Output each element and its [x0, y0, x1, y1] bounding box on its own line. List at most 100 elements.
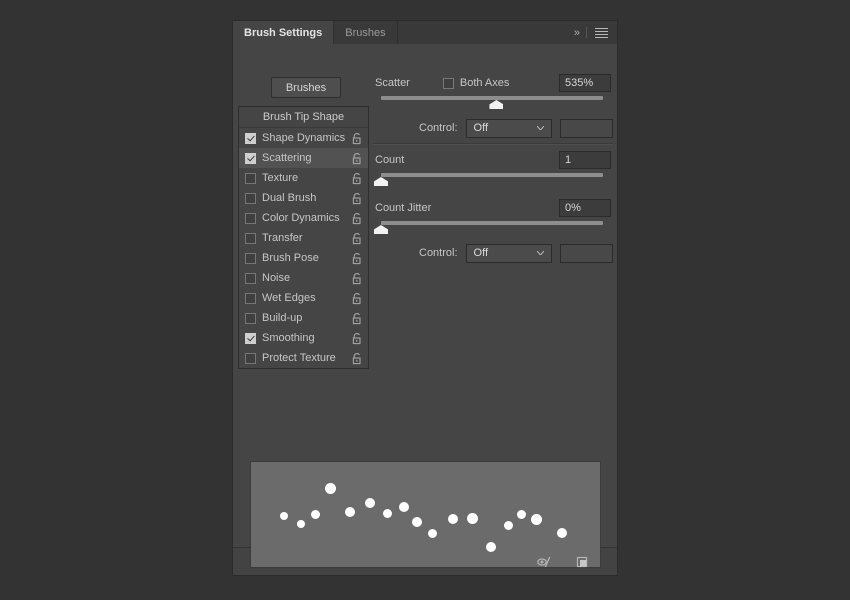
preview-dot: [517, 510, 526, 519]
brush-option-checkbox[interactable]: [245, 173, 256, 184]
scatter-slider[interactable]: [375, 94, 613, 112]
lock-icon[interactable]: [351, 132, 363, 145]
brush-option-list: Brush Tip Shape Shape Dynamics Scattering…: [238, 106, 369, 369]
brush-option-checkbox[interactable]: [245, 313, 256, 324]
brush-option-checkbox[interactable]: [245, 353, 256, 364]
scattering-controls: Scatter Both Axes 535% Control: Off: [375, 72, 613, 264]
scatter-control-row: Control: Off: [375, 117, 613, 139]
brush-option-checkbox[interactable]: [245, 253, 256, 264]
lock-icon[interactable]: [351, 332, 363, 345]
brush-option-row[interactable]: Dual Brush: [239, 188, 368, 208]
create-new-brush-icon[interactable]: [574, 554, 590, 570]
brushes-button-label: Brushes: [286, 82, 326, 94]
brush-option-checkbox[interactable]: [245, 213, 256, 224]
brush-option-checkbox[interactable]: [245, 293, 256, 304]
brush-option-label: Protect Texture: [262, 352, 351, 364]
brush-option-label: Scattering: [262, 152, 351, 164]
count-jitter-control-select[interactable]: Off: [466, 244, 553, 263]
brush-option-label: Transfer: [262, 232, 351, 244]
hamburger-menu-icon[interactable]: [587, 21, 617, 44]
tab-brush-settings[interactable]: Brush Settings: [233, 21, 334, 44]
count-value-input[interactable]: 1: [559, 151, 611, 169]
preview-dot: [504, 521, 513, 530]
brush-option-checkbox[interactable]: [245, 133, 256, 144]
panel-tab-bar: Brush Settings Brushes »: [233, 21, 617, 44]
preview-dot: [399, 502, 409, 512]
section-divider-1: [373, 143, 613, 145]
preview-dot: [467, 513, 478, 524]
brush-tip-shape-header[interactable]: Brush Tip Shape: [239, 107, 368, 128]
overflow-chevrons-label: »: [574, 27, 579, 39]
lock-icon[interactable]: [351, 232, 363, 245]
count-slider-track: [381, 173, 603, 177]
count-jitter-control-label: Control:: [419, 247, 458, 259]
brush-settings-panel: Brush Settings Brushes » Brushes Brush T…: [232, 20, 618, 576]
lock-icon[interactable]: [351, 152, 363, 165]
brush-option-checkbox[interactable]: [245, 273, 256, 284]
brush-option-checkbox[interactable]: [245, 233, 256, 244]
scatter-value: 535%: [565, 77, 593, 89]
brush-option-label: Texture: [262, 172, 351, 184]
brush-option-row[interactable]: Texture: [239, 168, 368, 188]
tab-bar-spacer: [398, 21, 567, 44]
brush-option-row[interactable]: Wet Edges: [239, 288, 368, 308]
lock-icon[interactable]: [351, 172, 363, 185]
tab-brushes[interactable]: Brushes: [334, 21, 397, 44]
lock-icon[interactable]: [351, 212, 363, 225]
count-jitter-label: Count Jitter: [375, 202, 431, 214]
count-slider[interactable]: [375, 171, 613, 189]
scatter-control-extra-field[interactable]: [560, 119, 613, 138]
count-jitter-control-value: Off: [474, 247, 488, 259]
brush-option-row[interactable]: Brush Pose: [239, 248, 368, 268]
preview-dot: [297, 520, 305, 528]
scatter-control-value: Off: [474, 122, 488, 134]
chevron-down-icon: [537, 126, 544, 130]
preview-dot: [383, 509, 392, 518]
scatter-row: Scatter Both Axes 535%: [375, 72, 613, 94]
brush-option-checkbox[interactable]: [245, 333, 256, 344]
brush-option-row[interactable]: Build-up: [239, 308, 368, 328]
preview-dot: [325, 483, 336, 494]
lock-icon[interactable]: [351, 192, 363, 205]
lock-icon[interactable]: [351, 272, 363, 285]
brush-option-checkbox[interactable]: [245, 153, 256, 164]
toggle-live-tip-brush-preview-icon[interactable]: [536, 554, 552, 570]
count-jitter-control-row: Control: Off: [375, 242, 613, 264]
tab-brushes-label: Brushes: [345, 27, 385, 39]
lock-icon[interactable]: [351, 292, 363, 305]
count-jitter-row: Count Jitter 0%: [375, 197, 613, 219]
brush-option-row[interactable]: Color Dynamics: [239, 208, 368, 228]
preview-dot: [448, 514, 458, 524]
brush-option-label: Smoothing: [262, 332, 351, 344]
both-axes-label: Both Axes: [460, 77, 510, 89]
brush-option-row[interactable]: Shape Dynamics: [239, 128, 368, 148]
preview-dot: [557, 528, 567, 538]
brush-stroke-preview[interactable]: [250, 461, 601, 568]
preview-dot: [486, 542, 496, 552]
count-label: Count: [375, 154, 404, 166]
brush-option-row[interactable]: Transfer: [239, 228, 368, 248]
count-value: 1: [565, 154, 571, 166]
brush-option-checkbox[interactable]: [245, 193, 256, 204]
scatter-control-select[interactable]: Off: [466, 119, 553, 138]
preview-dot: [345, 507, 355, 517]
brush-tip-shape-label: Brush Tip Shape: [263, 111, 344, 123]
brush-option-row[interactable]: Noise: [239, 268, 368, 288]
preview-dot: [280, 512, 288, 520]
count-jitter-value-input[interactable]: 0%: [559, 199, 611, 217]
brush-option-row[interactable]: Scattering: [239, 148, 368, 168]
count-jitter-control-extra-field[interactable]: [560, 244, 613, 263]
brush-option-row[interactable]: Smoothing: [239, 328, 368, 348]
lock-icon[interactable]: [351, 352, 363, 365]
overflow-chevrons-icon[interactable]: »: [567, 21, 586, 44]
scatter-value-input[interactable]: 535%: [559, 74, 611, 92]
preview-dot: [311, 510, 320, 519]
lock-icon[interactable]: [351, 252, 363, 265]
brush-option-label: Color Dynamics: [262, 212, 351, 224]
both-axes-checkbox[interactable]: Both Axes: [443, 77, 510, 89]
brush-option-label: Wet Edges: [262, 292, 351, 304]
brushes-button[interactable]: Brushes: [271, 77, 341, 98]
brush-option-row[interactable]: Protect Texture: [239, 348, 368, 368]
lock-icon[interactable]: [351, 312, 363, 325]
count-jitter-slider[interactable]: [375, 219, 613, 237]
